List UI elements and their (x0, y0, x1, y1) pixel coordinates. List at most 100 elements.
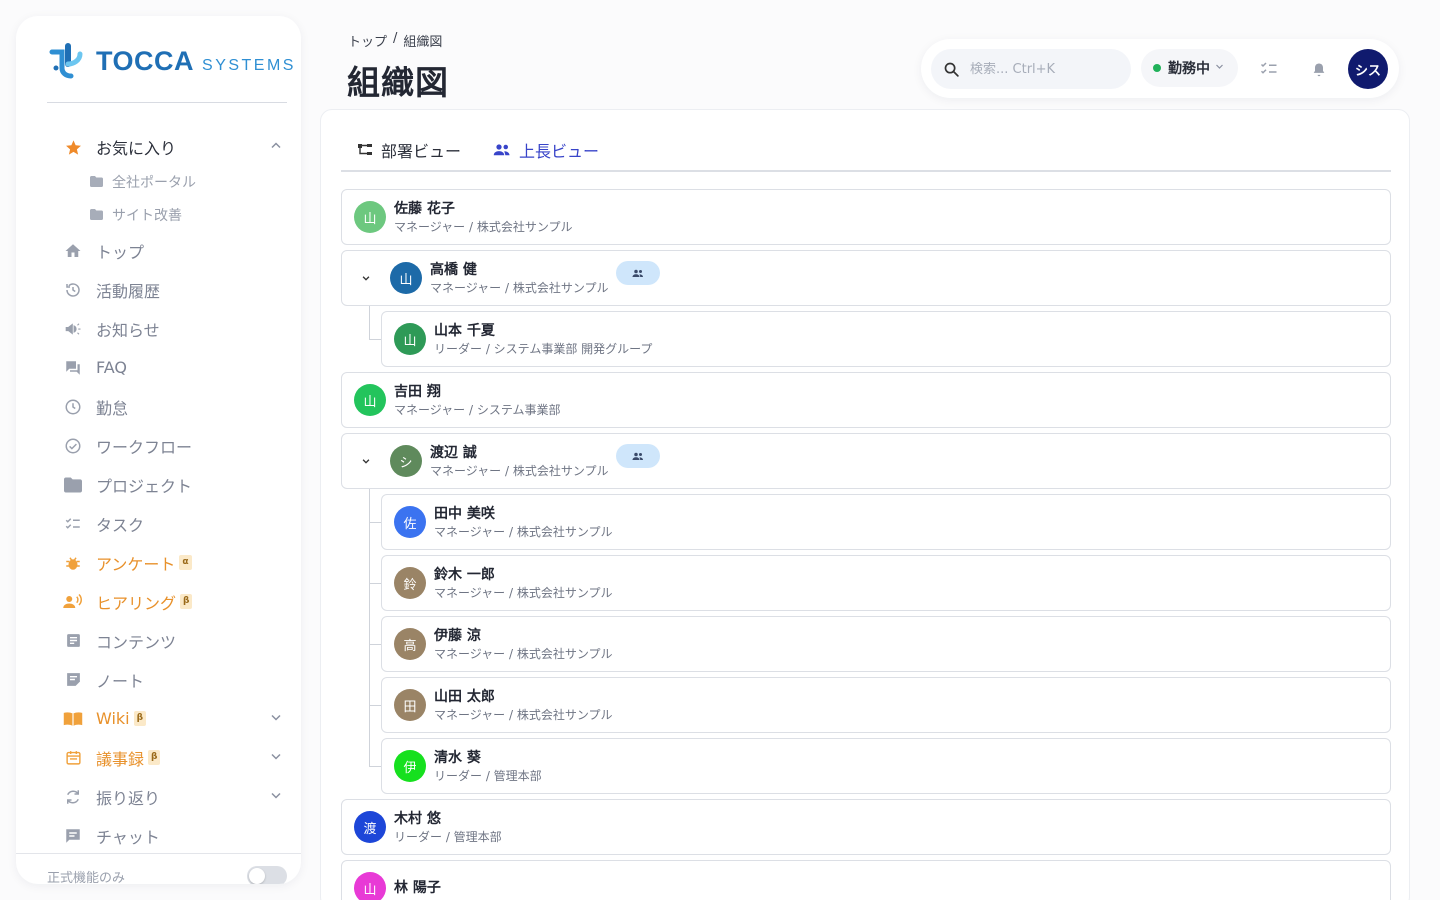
tab-department-view[interactable]: 部署ビュー (341, 132, 477, 168)
folder-icon (90, 209, 104, 220)
sidebar-item-wiki[interactable]: Wiki β (62, 699, 282, 738)
person-name: 佐藤 花子 (394, 200, 455, 217)
person-role: マネージャー / 株式会社サンプル (434, 524, 613, 539)
sidebar-item-task[interactable]: タスク (62, 504, 282, 543)
person-info: 山本 千夏リーダー / システム事業部 開発グループ (434, 322, 652, 357)
sidebar-item-minutes[interactable]: 議事録 β (62, 738, 282, 777)
article-icon (62, 632, 84, 649)
sidebar-item-attendance[interactable]: 勤怠 (62, 387, 282, 426)
tree-connector (369, 766, 381, 767)
sidebar-item-label: FAQ (96, 358, 127, 377)
manager-row[interactable]: 山林 陽子 (341, 860, 1391, 900)
search-input[interactable] (970, 61, 1120, 77)
person-role: マネージャー / システム事業部 (394, 402, 561, 417)
chat-bubbles-icon (62, 359, 84, 377)
folder-icon (62, 477, 84, 493)
sidebar-item-project[interactable]: プロジェクト (62, 465, 282, 504)
avatar: 田 (394, 689, 426, 721)
manager-row[interactable]: 山高橋 健マネージャー / 株式会社サンプル (341, 250, 1391, 306)
sidebar-item-top[interactable]: トップ (62, 231, 282, 270)
subordinate-row[interactable]: 山山本 千夏 リーダー / システム事業部 開発グループ (381, 311, 1391, 367)
person-role: マネージャー / 株式会社サンプル (430, 463, 609, 478)
sidebar-item-history[interactable]: 活動履歴 (62, 270, 282, 309)
tab-manager-view[interactable]: 上長ビュー (477, 132, 615, 168)
person-name: 渡辺 誠 (430, 444, 477, 461)
person-info: 渡辺 誠マネージャー / 株式会社サンプル (430, 444, 608, 479)
user-avatar[interactable]: シス (1348, 49, 1388, 89)
sidebar-item-faq[interactable]: FAQ (62, 348, 282, 387)
alpha-badge: α (179, 555, 192, 570)
sidebar-fav-item-portal[interactable]: 全社ポータル (62, 165, 282, 198)
tree-connector (369, 583, 381, 584)
sidebar-item-retro[interactable]: 振り返り (62, 777, 282, 816)
sidebar-item-label: ワークフロー (96, 437, 193, 457)
chevron-down-icon[interactable] (270, 711, 282, 726)
people-icon (632, 269, 644, 278)
chevron-down-icon[interactable] (354, 273, 378, 283)
people-icon (632, 452, 644, 461)
task-checklist-icon[interactable] (1257, 57, 1281, 81)
tree-connector (369, 489, 370, 766)
sidebar-item-note[interactable]: ノート (62, 660, 282, 699)
avatar: 山 (354, 872, 386, 900)
sidebar-fav-label: サイト改善 (112, 207, 182, 224)
brand-logo[interactable]: TOCCA SYSTEMS (48, 42, 296, 80)
bell-icon[interactable] (1307, 57, 1331, 81)
person-name: 林 陽子 (394, 879, 441, 896)
chevron-down-icon[interactable] (354, 456, 378, 466)
chevron-down-icon[interactable] (270, 789, 282, 804)
avatar: 鈴 (394, 567, 426, 599)
refresh-icon (62, 788, 84, 806)
subordinate-row[interactable]: 高伊藤 涼マネージャー / 株式会社サンプル (381, 616, 1391, 672)
sidebar-fav-item-site[interactable]: サイト改善 (62, 198, 282, 231)
official-only-toggle[interactable] (247, 866, 287, 884)
person-name: 山本 千夏 (434, 322, 495, 339)
voice-person-icon (62, 593, 84, 611)
team-members-chip[interactable] (616, 261, 661, 285)
chevron-up-icon[interactable] (270, 140, 282, 155)
subordinate-row[interactable]: 佐田中 美咲 マネージャー / 株式会社サンプル (381, 494, 1391, 550)
manager-row[interactable]: シ渡辺 誠マネージャー / 株式会社サンプル (341, 433, 1391, 489)
person-name: 田中 美咲 (434, 505, 495, 522)
manager-row[interactable]: 山吉田 翔マネージャー / システム事業部 (341, 372, 1391, 428)
avatar: 高 (394, 628, 426, 660)
chevron-down-icon[interactable] (270, 750, 282, 765)
person-name: 伊藤 涼 (434, 627, 481, 644)
sidebar-footer: 正式機能のみ (16, 853, 301, 884)
subordinate-row[interactable]: 田山田 太郎 マネージャー / 株式会社サンプル (381, 677, 1391, 733)
person-name: 清水 葵 (434, 749, 481, 766)
sidebar-item-workflow[interactable]: ワークフロー (62, 426, 282, 465)
sidebar-item-hearing[interactable]: ヒアリング β (62, 582, 282, 621)
sidebar-nav: お気に入り 全社ポータル サイト改善 トップ 活動履歴 お知らせ FAQ 勤怠 … (62, 129, 282, 855)
sidebar-item-survey[interactable]: アンケート α (62, 543, 282, 582)
sidebar-item-chat[interactable]: チャット (62, 816, 282, 855)
sidebar-item-label: コンテンツ (96, 632, 177, 652)
sidebar-item-favorites[interactable]: お気に入り (62, 129, 282, 165)
sidebar-item-contents[interactable]: コンテンツ (62, 621, 282, 660)
tree-connector (369, 644, 381, 645)
breadcrumb-sep: / (393, 31, 398, 46)
task-list-icon (62, 515, 84, 533)
org-chart-panel: 部署ビュー 上長ビュー 山佐藤 花子 マネージャー / 株式会社サンプル山高橋 健… (320, 109, 1410, 900)
sidebar-item-news[interactable]: お知らせ (62, 309, 282, 348)
history-icon (62, 281, 84, 299)
person-info: 木村 悠リーダー / 管理本部 (394, 810, 502, 845)
person-name: 山田 太郎 (434, 688, 495, 705)
manager-row[interactable]: 渡木村 悠リーダー / 管理本部 (341, 799, 1391, 855)
work-status-dropdown[interactable]: 勤務中 (1141, 49, 1238, 87)
search-icon (943, 61, 960, 78)
person-role: リーダー / システム事業部 開発グループ (434, 341, 653, 356)
sidebar: TOCCA SYSTEMS お気に入り 全社ポータル サイト改善 トップ 活動履… (16, 16, 301, 884)
team-members-chip[interactable] (616, 444, 661, 468)
subordinate-row[interactable]: 伊清水 葵リーダー / 管理本部 (381, 738, 1391, 794)
manager-row[interactable]: 山佐藤 花子 マネージャー / 株式会社サンプル (341, 189, 1391, 245)
chevron-down-icon (1215, 62, 1224, 74)
sidebar-item-label: アンケート (96, 554, 176, 574)
breadcrumb-home[interactable]: トップ (348, 31, 387, 50)
search-box[interactable] (931, 49, 1131, 89)
subordinate-row[interactable]: 鈴鈴木 一郎 マネージャー / 株式会社サンプル (381, 555, 1391, 611)
check-circle-icon (62, 437, 84, 455)
sidebar-item-label: Wiki (96, 709, 130, 728)
sidebar-item-label: トップ (96, 242, 145, 262)
chat-icon (62, 827, 84, 845)
